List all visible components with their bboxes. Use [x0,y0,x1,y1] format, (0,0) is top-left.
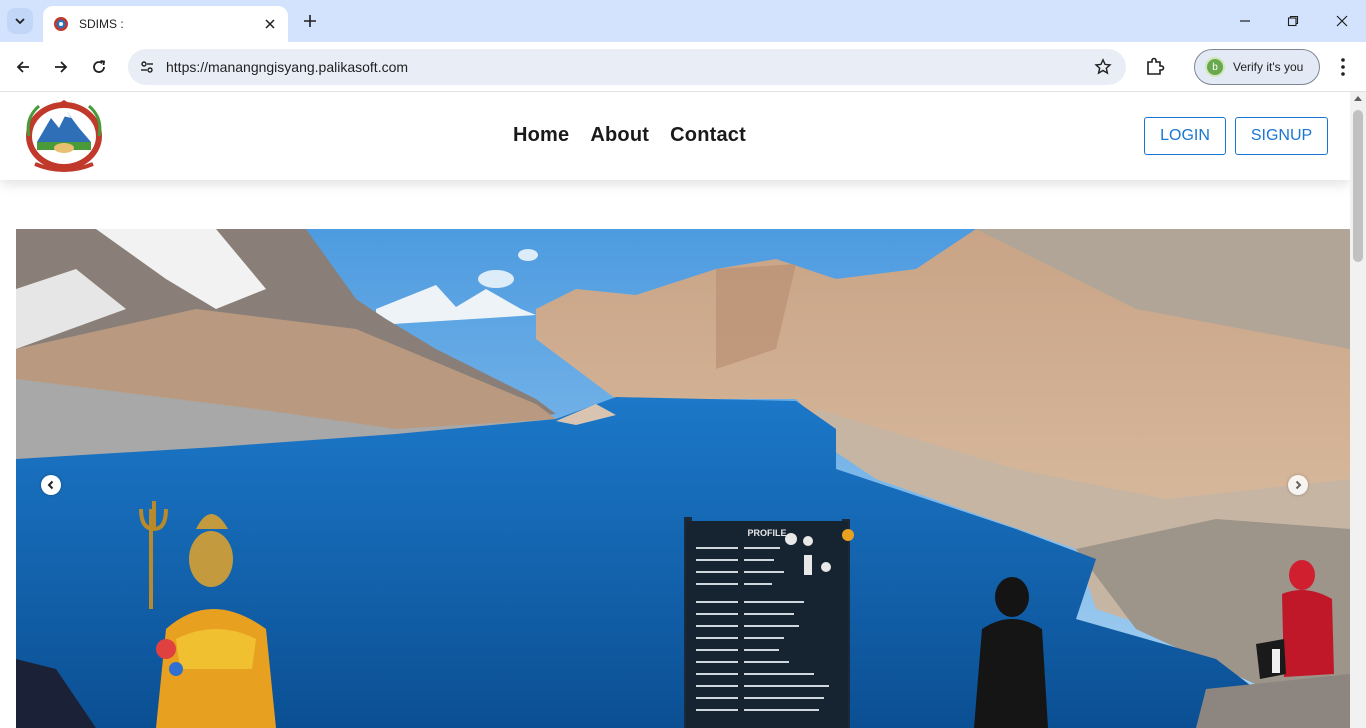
avatar: b [1205,57,1225,77]
tune-icon [141,61,153,73]
close-window-button[interactable] [1318,0,1366,42]
arrow-left-icon [16,61,29,73]
chevron-down-icon [15,18,25,25]
carousel-next-button[interactable] [1288,475,1308,495]
site-header: Home About Contact LOGIN SIGNUP [0,92,1350,180]
sign-heading: PROFILE [747,528,786,538]
minimize-button[interactable] [1221,0,1269,42]
nav-home-link[interactable]: Home [513,124,569,147]
carousel-prev-button[interactable] [41,475,61,495]
profile-signboard: PROFILE [684,517,854,728]
arrow-right-icon [55,61,68,73]
page-scrollbar[interactable] [1350,92,1366,728]
hero-carousel: PROFILE [16,229,1350,728]
close-icon [1336,15,1348,27]
new-tab-button[interactable] [298,9,322,33]
forward-button[interactable] [47,53,75,81]
url-text[interactable]: https://manangngisyang.palikasoft.com [166,59,408,75]
back-button[interactable] [9,53,37,81]
tilicho-lake-photo: PROFILE [16,229,1350,728]
kebab-menu-icon[interactable] [1334,55,1352,79]
minimize-icon [1240,20,1250,22]
site-favicon-icon [54,17,68,31]
bookmark-star-icon[interactable] [1094,58,1112,76]
restore-icon [1287,15,1299,27]
scrollbar-thumb[interactable] [1353,110,1363,262]
main-nav: Home About Contact [513,124,746,147]
tab-search-button[interactable] [7,8,33,34]
government-emblem-logo[interactable] [21,98,107,174]
restore-button[interactable] [1269,0,1317,42]
nav-about-link[interactable]: About [590,124,649,147]
chevron-right-icon [1295,480,1302,490]
address-bar[interactable]: https://manangngisyang.palikasoft.com [128,49,1126,85]
browser-toolbar: https://manangngisyang.palikasoft.com b … [0,42,1366,92]
verify-label: Verify it's you [1233,60,1304,74]
plus-icon [304,15,316,27]
login-button[interactable]: LOGIN [1144,117,1226,155]
browser-tabstrip: SDIMS : [0,0,1366,42]
nav-contact-link[interactable]: Contact [670,124,746,147]
site-info-button[interactable] [134,54,160,80]
scroll-up-arrow-icon[interactable] [1354,96,1362,101]
close-icon [265,19,275,29]
signup-button[interactable]: SIGNUP [1235,117,1328,155]
browser-tab[interactable]: SDIMS : [43,6,288,42]
tab-close-button[interactable] [262,16,278,32]
page-viewport: Home About Contact LOGIN SIGNUP PROFILE [0,92,1366,728]
profile-verify-button[interactable]: b Verify it's you [1194,49,1320,85]
chevron-left-icon [47,480,54,490]
tab-title: SDIMS : [79,17,124,31]
reload-icon [93,60,106,73]
extensions-puzzle-icon[interactable] [1143,55,1167,79]
reload-button[interactable] [85,53,113,81]
